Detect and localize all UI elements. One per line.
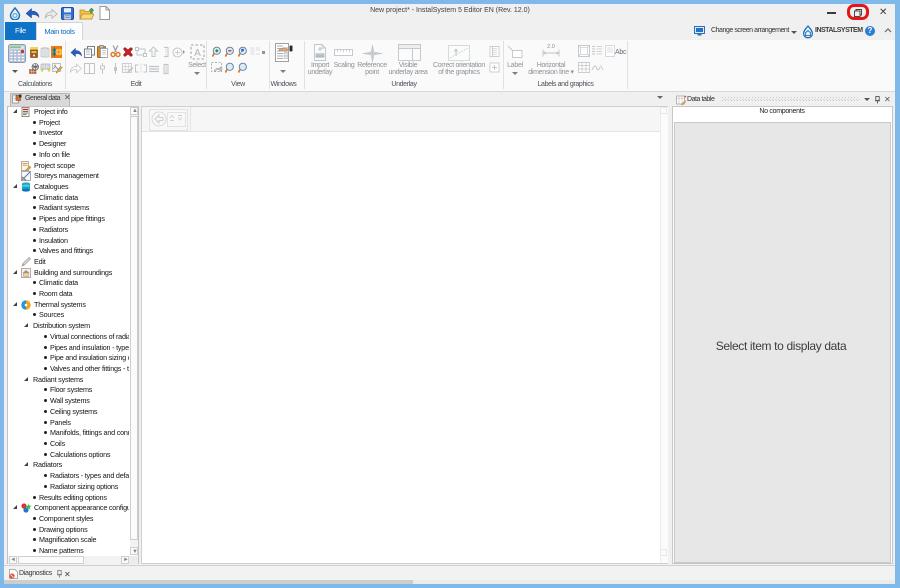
svg-text:A: A bbox=[194, 48, 201, 59]
svg-text:DWG: DWG bbox=[316, 54, 325, 58]
svg-text:2.0: 2.0 bbox=[547, 44, 555, 50]
